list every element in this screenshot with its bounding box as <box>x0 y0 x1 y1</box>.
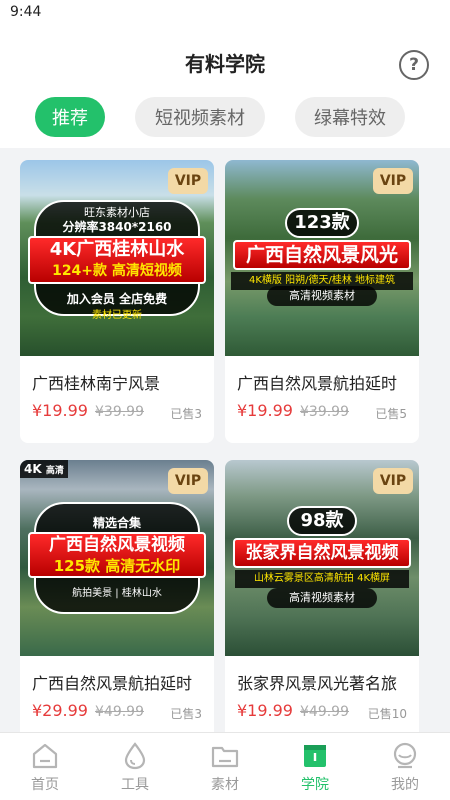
thumb-line3: 加入会员 全店免费 <box>66 292 168 306</box>
thumb-subline: 124+款 高清短视频 <box>52 263 182 279</box>
vip-badge: VIP <box>168 168 208 194</box>
vip-badge: VIP <box>373 468 413 494</box>
tab-green-screen[interactable]: 绿幕特效 <box>295 97 405 137</box>
course-grid: 旺东素材小店 分辨率3840*2160 4K广西桂林山水 124+款 高清短视频… <box>0 148 450 732</box>
help-button[interactable]: ? <box>399 50 429 80</box>
card-sold-count: 已售3 <box>170 707 202 721</box>
nav-label: 工具 <box>121 777 149 793</box>
card-price: ¥19.99 <box>237 401 293 420</box>
vip-badge: VIP <box>168 468 208 494</box>
question-circle-icon: ? <box>409 55 419 75</box>
thumb-tag: 4K 高清 <box>20 460 68 478</box>
nav-label: 学院 <box>301 777 329 793</box>
thumb-subline: 山林云雾景区高清航拍 4K横屏 <box>235 570 409 588</box>
thumb-headline: 张家界自然风景视频 <box>233 538 411 568</box>
bottom-nav: 首页 工具 素材 学院 我的 <box>0 732 450 800</box>
book-icon <box>304 745 326 767</box>
nav-label: 素材 <box>211 777 239 793</box>
card-sold-count: 已售10 <box>367 707 407 721</box>
header: 有料学院 ? 推荐 短视频素材 绿幕特效 <box>0 26 450 148</box>
nav-item-academy[interactable]: 学院 <box>270 733 360 800</box>
card-thumbnail: 旺东素材小店 分辨率3840*2160 4K广西桂林山水 124+款 高清短视频… <box>20 160 214 356</box>
thumb-top: 精选合集 <box>92 516 141 530</box>
card-title: 广西桂林南宁风景 <box>32 374 161 393</box>
card-title: 广西自然风景航拍延时 <box>237 374 398 393</box>
vip-badge: VIP <box>373 168 413 194</box>
thumb-headline-band: 广西自然风景视频 125款 高清无水印 <box>28 532 206 578</box>
thumb-subline: 125款 高清无水印 <box>53 557 181 575</box>
card-sold-count: 已售5 <box>375 407 407 421</box>
thumb-line4: 素材已更新 <box>92 310 142 321</box>
card-old-price: ¥49.99 <box>300 704 349 720</box>
card-thumbnail: 4K 高清 精选合集 广西自然风景视频 125款 高清无水印 航拍美景 | 桂林… <box>20 460 214 656</box>
card-old-price: ¥39.99 <box>95 404 144 420</box>
thumb-headline: 广西自然风景风光 <box>233 240 411 270</box>
card-price: ¥19.99 <box>32 401 88 420</box>
thumb-footer: 高清视频素材 <box>267 286 377 306</box>
tab-short-video[interactable]: 短视频素材 <box>135 97 265 137</box>
course-card[interactable]: 4K 高清 精选合集 广西自然风景视频 125款 高清无水印 航拍美景 | 桂林… <box>20 460 214 732</box>
card-price: ¥29.99 <box>32 701 88 720</box>
drop-icon <box>124 742 146 770</box>
card-price: ¥19.99 <box>237 701 293 720</box>
tab-bar: 推荐 短视频素材 绿幕特效 <box>0 97 450 137</box>
nav-item-home[interactable]: 首页 <box>0 733 90 800</box>
thumb-tag-4k: 4K <box>24 462 42 476</box>
thumb-line2: 分辨率3840*2160 <box>62 220 172 234</box>
folder-icon <box>211 746 239 768</box>
user-icon <box>393 742 417 769</box>
course-card[interactable]: 98款 张家界自然风景视频 山林云雾景区高清航拍 4K横屏 高清视频素材 VIP… <box>225 460 419 732</box>
thumb-footer: 高清视频素材 <box>267 588 377 608</box>
nav-item-materials[interactable]: 素材 <box>180 733 270 800</box>
thumb-headline-band: 4K广西桂林山水 124+款 高清短视频 <box>28 236 206 284</box>
thumb-headline: 4K广西桂林山水 <box>49 239 185 260</box>
thumb-tag-hd: 高清 <box>45 466 64 476</box>
nav-label: 我的 <box>391 777 419 793</box>
status-bar: 9:44 <box>0 0 450 26</box>
card-title: 广西自然风景航拍延时 <box>32 674 193 693</box>
nav-item-mine[interactable]: 我的 <box>360 733 450 800</box>
card-thumbnail: 123款 广西自然风景风光 4K横版 阳朔/德天/桂林 地标建筑 高清视频素材 … <box>225 160 419 356</box>
thumb-bottom: 航拍美景 | 桂林山水 <box>72 588 162 599</box>
page-title: 有料学院 <box>185 52 265 76</box>
home-icon <box>32 743 58 769</box>
thumb-count: 98款 <box>287 506 357 536</box>
thumb-headline: 广西自然风景视频 <box>49 535 185 555</box>
card-title: 张家界风景风光著名旅 <box>237 674 398 693</box>
course-card[interactable]: 旺东素材小店 分辨率3840*2160 4K广西桂林山水 124+款 高清短视频… <box>20 160 214 443</box>
status-time: 9:44 <box>10 4 42 20</box>
card-sold-count: 已售3 <box>170 407 202 421</box>
tab-recommend[interactable]: 推荐 <box>35 97 105 137</box>
nav-label: 首页 <box>31 777 59 793</box>
nav-item-tools[interactable]: 工具 <box>90 733 180 800</box>
card-old-price: ¥39.99 <box>300 404 349 420</box>
card-thumbnail: 98款 张家界自然风景视频 山林云雾景区高清航拍 4K横屏 高清视频素材 VIP <box>225 460 419 656</box>
thumb-count: 123款 <box>285 208 359 238</box>
card-old-price: ¥49.99 <box>95 704 144 720</box>
course-card[interactable]: 123款 广西自然风景风光 4K横版 阳朔/德天/桂林 地标建筑 高清视频素材 … <box>225 160 419 443</box>
